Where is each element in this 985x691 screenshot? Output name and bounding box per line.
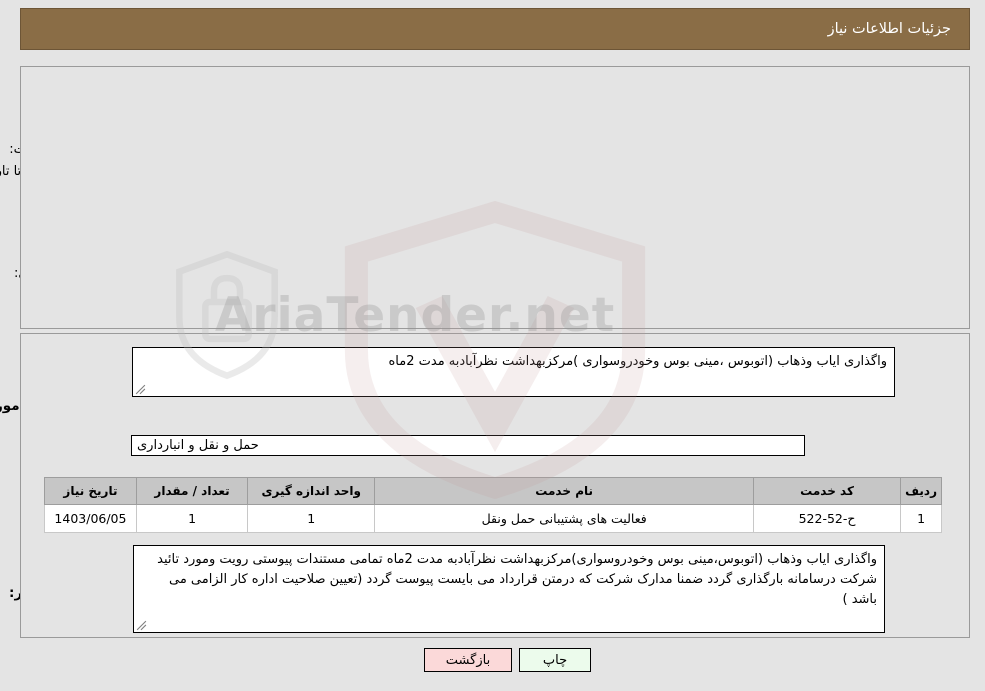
th-quantity: تعداد / مقدار [135,477,249,505]
back-button-label: بازگشت [445,652,491,668]
table-header-row: ردیف کد خدمت نام خدمت واحد اندازه گیری ت… [44,477,942,505]
summary-textarea[interactable]: واگذاری ایاب وذهاب (اتوبوس ،مینی بوس وخو… [132,347,895,397]
need-info-panel [20,66,970,329]
cell-service-name: فعالیت های پشتیبانی حمل ونقل [374,504,754,533]
page-root: جزئیات اطلاعات نیاز شماره نیاز: 11030936… [0,0,985,691]
cell-quantity: 1 [135,504,249,533]
summary-value: واگذاری ایاب وذهاب (اتوبوس ،مینی بوس وخو… [388,354,887,369]
buyer-notes-textarea[interactable]: واگذاری ایاب وذهاب (اتوبوس،مینی بوس وخود… [133,545,885,633]
service-group-value: حمل و نقل و انبارداری [131,435,805,456]
th-service-name: نام خدمت [374,477,754,505]
buyer-notes-value: واگذاری ایاب وذهاب (اتوبوس،مینی بوس وخود… [157,552,877,607]
th-need-date: تاریخ نیاز [44,477,137,505]
table-row: 1 ح-52-522 فعالیت های پشتیبانی حمل ونقل … [44,504,942,533]
cell-unit: 1 [247,504,376,533]
cell-need-date: 1403/06/05 [44,504,137,533]
th-unit: واحد اندازه گیری [247,477,376,505]
cell-row-no: 1 [900,504,942,533]
resize-grip-icon[interactable] [136,620,147,631]
page-title: جزئیات اطلاعات نیاز [827,21,951,37]
th-row-no: ردیف [900,477,942,505]
services-table: ردیف کد خدمت نام خدمت واحد اندازه گیری ت… [44,477,942,533]
window-titlebar: جزئیات اطلاعات نیاز [20,8,970,50]
back-button[interactable]: بازگشت [424,648,512,672]
resize-grip-icon[interactable] [135,384,146,395]
th-service-code: کد خدمت [752,477,902,505]
cell-service-code: ح-52-522 [752,504,902,533]
print-button-label: چاپ [542,652,568,668]
print-button[interactable]: چاپ [519,648,591,672]
